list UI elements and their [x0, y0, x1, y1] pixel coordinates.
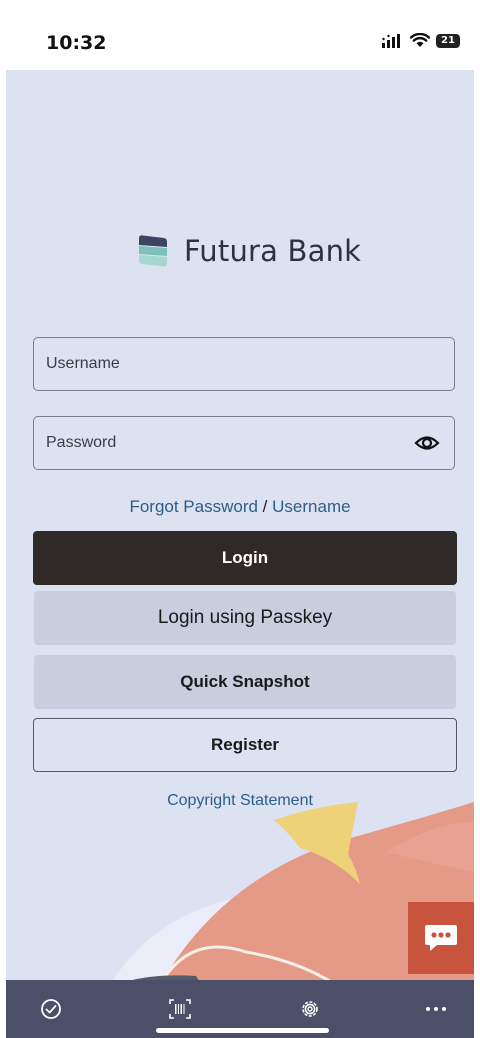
forgot-separator: / [262, 497, 268, 516]
login-button[interactable]: Login [33, 531, 457, 585]
show-password-eye-icon[interactable] [414, 432, 440, 454]
home-indicator[interactable] [156, 1028, 329, 1033]
login-passkey-button[interactable]: Login using Passkey [34, 591, 456, 645]
password-input[interactable] [46, 417, 406, 469]
username-field-wrapper [33, 337, 455, 391]
nav-more[interactable] [421, 994, 451, 1024]
decorative-background-art [101, 802, 474, 992]
nav-barcode-scan[interactable] [165, 994, 195, 1024]
futura-bank-logo-icon [139, 235, 167, 267]
username-input[interactable] [46, 338, 406, 390]
wifi-icon [410, 33, 430, 47]
quick-snapshot-button[interactable]: Quick Snapshot [34, 655, 456, 709]
copyright-statement-link[interactable]: Copyright Statement [6, 792, 474, 810]
forgot-password-link[interactable]: Forgot Password [129, 497, 258, 516]
status-bar: 10:32 21 [6, 12, 474, 70]
battery-icon: 21 [436, 33, 460, 48]
chat-support-button[interactable] [408, 902, 474, 974]
barcode-scan-icon [169, 999, 191, 1019]
more-icon [426, 1007, 446, 1011]
brand-name: Futura Bank [184, 234, 362, 268]
forgot-credentials-row: Forgot Password / Username [6, 497, 474, 517]
login-screen: 10:32 21 Futura Bank Username Forgot Pas… [6, 12, 474, 1038]
battery-level: 21 [441, 35, 455, 46]
status-icons: 21 [382, 33, 460, 48]
register-button[interactable]: Register [33, 718, 457, 772]
signal-icon [382, 33, 400, 48]
nav-settings[interactable] [295, 994, 325, 1024]
check-circle-icon [41, 999, 61, 1019]
bottom-navigation-bar [6, 980, 474, 1038]
status-time: 10:32 [46, 32, 107, 54]
chat-bubble-icon [425, 925, 457, 951]
settings-gear-icon [302, 1001, 318, 1017]
brand-logo: Futura Bank [136, 234, 361, 268]
forgot-username-link[interactable]: Username [272, 497, 350, 516]
nav-check-circle[interactable] [36, 994, 66, 1024]
password-field-wrapper [33, 416, 455, 470]
